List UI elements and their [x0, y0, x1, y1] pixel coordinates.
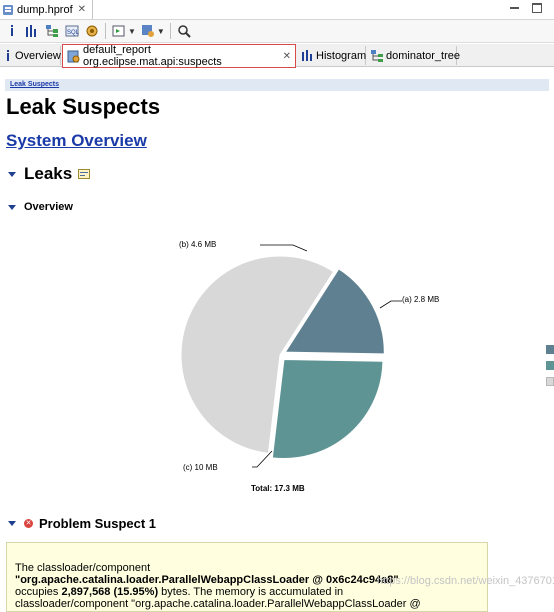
- chevron-down-icon[interactable]: ▼: [128, 27, 136, 36]
- suspect-line-1: The classloader/component: [15, 562, 151, 574]
- tab-dominator-tree[interactable]: dominator_tree: [367, 46, 460, 65]
- problem-suspect-header[interactable]: ✕ Problem Suspect 1: [8, 516, 156, 531]
- thread-overview-icon[interactable]: [84, 23, 100, 39]
- leaks-heading: Leaks: [24, 164, 73, 183]
- chevron-down-icon[interactable]: ▼: [157, 27, 165, 36]
- slice-label-a: (a) 2.8 MB: [402, 295, 439, 304]
- tab-label: Overview: [15, 49, 61, 62]
- slice-label-b: (b) 4.6 MB: [179, 240, 216, 249]
- histogram-icon[interactable]: [24, 23, 40, 39]
- collapse-triangle-icon[interactable]: [8, 204, 16, 210]
- oql-icon[interactable]: SQL: [64, 23, 80, 39]
- dominator-tree-icon[interactable]: [44, 23, 60, 39]
- legend-swatch-c: [546, 377, 554, 386]
- chart-total: Total: 17.3 MB: [251, 484, 305, 493]
- watermark: https://blog.csdn.net/weixin_43767015: [377, 575, 554, 587]
- tab-label: dominator_tree: [386, 49, 460, 62]
- maximize-button[interactable]: [530, 2, 543, 13]
- breadcrumb: Leak Suspects: [5, 79, 549, 91]
- collapse-triangle-icon[interactable]: [8, 171, 16, 177]
- slice-label-c: (c) 10 MB: [183, 463, 218, 472]
- tab-overview[interactable]: Overview: [0, 46, 61, 65]
- report-content: Leak Suspects Leak Suspects System Overv…: [0, 67, 554, 612]
- legend-swatch-b: [546, 361, 554, 370]
- toolbar: SQL ▼ ▼: [0, 20, 554, 43]
- editor-title-tab[interactable]: dump.hprof ✕: [0, 0, 94, 19]
- leaks-section-header[interactable]: Leaks: [8, 164, 91, 184]
- editor-tab-bar: Overview default_report org.eclipse.mat.…: [0, 44, 554, 68]
- breadcrumb-link[interactable]: Leak Suspects: [10, 81, 59, 88]
- tab-histogram[interactable]: Histogram: [298, 46, 366, 65]
- overview-heading: Overview: [24, 201, 73, 213]
- search-icon[interactable]: [176, 23, 192, 39]
- error-icon: ✕: [24, 519, 33, 528]
- svg-text:SQL: SQL: [67, 30, 79, 36]
- tab-default-report[interactable]: default_report org.eclipse.mat.api:suspe…: [62, 44, 296, 68]
- tab-label: Histogram: [316, 49, 367, 62]
- details-icon[interactable]: [78, 169, 91, 179]
- query-browser-icon[interactable]: [140, 23, 156, 39]
- overview-section-header[interactable]: Overview: [8, 201, 73, 213]
- suspect-occupancy: occupies 2,897,568 (15.95%) bytes. The m…: [15, 586, 344, 598]
- title-bar: dump.hprof ✕: [0, 0, 554, 20]
- heap-dump-icon: [3, 4, 13, 15]
- pie-slice-b: [271, 359, 384, 459]
- report-icon: [67, 50, 80, 63]
- close-icon[interactable]: ✕: [78, 4, 86, 15]
- histogram-icon: [302, 50, 313, 61]
- dominator-tree-icon: [371, 49, 383, 62]
- info-icon[interactable]: [4, 23, 20, 39]
- problem-suspect-heading: Problem Suspect 1: [39, 516, 157, 531]
- legend-swatch-a: [546, 345, 554, 354]
- page-title: Leak Suspects: [6, 94, 161, 119]
- system-overview-link[interactable]: System Overview: [6, 131, 147, 151]
- info-icon: [4, 49, 12, 62]
- suspect-line-4: classloader/component "org.apache.catali…: [15, 598, 421, 610]
- minimize-button[interactable]: [508, 2, 521, 13]
- run-report-icon[interactable]: [111, 23, 127, 39]
- collapse-triangle-icon[interactable]: [8, 521, 16, 526]
- close-icon[interactable]: ✕: [283, 51, 291, 62]
- editor-title-label: dump.hprof: [17, 3, 73, 16]
- leak-pie-chart: (a) 2.8 MB (b) 4.6 MB (c) 10 MB Total: 1…: [179, 240, 439, 493]
- tab-label: default_report org.eclipse.mat.api:suspe…: [83, 44, 222, 68]
